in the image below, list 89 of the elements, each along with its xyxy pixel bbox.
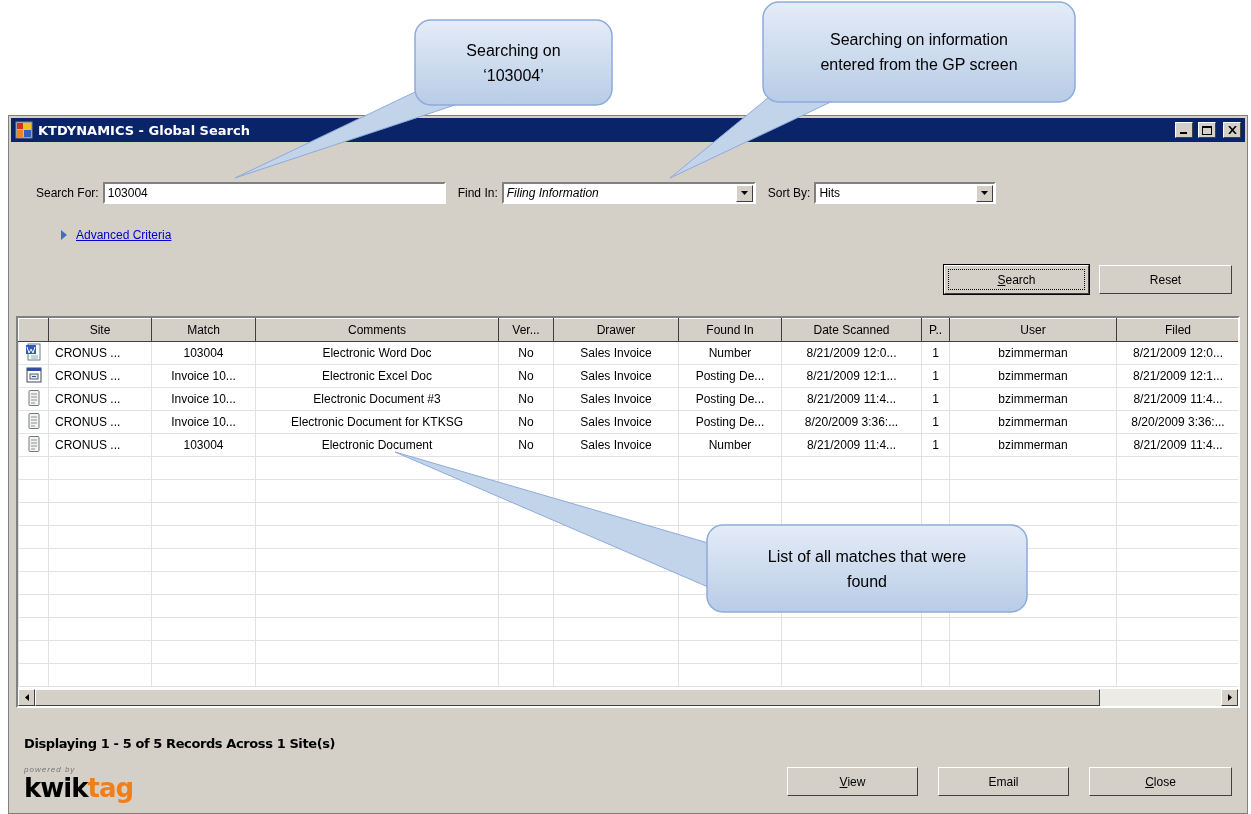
column-header[interactable]: Ver... [498,318,554,342]
callout-text: List of all matches that were found [767,546,967,592]
column-header[interactable]: User [949,318,1117,342]
search-field[interactable]: 103004 [102,182,446,204]
scroll-left-button[interactable] [18,689,35,706]
table-cell: 1 [921,364,950,388]
expand-arrow-icon[interactable] [60,230,68,240]
reset-button[interactable]: Reset [1099,265,1232,294]
table-cell: Number [678,433,782,457]
table-cell: Posting De... [678,364,782,388]
table-cell: CRONUS ... [48,387,152,411]
scroll-right-button[interactable] [1221,689,1238,706]
caret-icon [981,191,989,195]
column-header[interactable]: Match [151,318,256,342]
table-cell: 8/21/2009 12:0... [781,341,922,365]
close-button[interactable]: Close [1089,767,1232,796]
table-cell: No [498,433,554,457]
table-cell: Sales Invoice [553,433,679,457]
table-cell: bzimmerman [949,433,1117,457]
callout-text: Searching on information entered from the GP screen [819,30,1019,75]
callout-text: Searching on ‘103004’ [465,40,562,86]
table-cell: CRONUS ... [48,341,152,365]
column-header[interactable]: Site [48,318,152,342]
search-label: Search For: [36,186,99,200]
status-text: Displaying 1 - 5 of 5 Records Across 1 Site(s) [23,736,337,751]
dropdown-button[interactable] [735,184,753,202]
table-cell: bzimmerman [949,341,1117,365]
window-title: KTDYNAMICS - Global Search [38,122,251,138]
table-cell: Sales Invoice [553,410,679,434]
left-arrow-icon [24,694,29,701]
maximize-button[interactable] [1198,122,1216,138]
minimize-button[interactable] [1175,122,1193,138]
table-cell: 1 [921,410,950,434]
logo-tagline: powered by [24,765,77,774]
table-cell: 1 [921,341,950,365]
close-icon [1227,126,1237,134]
column-header[interactable]: Date Scanned [781,318,922,342]
table-cell: Sales Invoice [553,341,679,365]
advanced-criteria-link[interactable]: Advanced Criteria [76,228,172,242]
table-cell: Invoice 10... [151,387,256,411]
table-cell: CRONUS ... [48,433,152,457]
table-cell: 8/21/2009 11:4... [781,387,922,411]
caret-icon [740,191,748,195]
table-cell: CRONUS ... [48,364,152,388]
column-header[interactable]: Found In [678,318,782,342]
spreadsheet-icon [24,365,43,384]
sort-by-label: Sort By: [767,186,811,200]
table-cell: Sales Invoice [553,364,679,388]
email-button[interactable]: Email [938,767,1069,796]
table-cell: No [498,364,554,388]
table-cell: Sales Invoice [553,387,679,411]
view-button[interactable]: View [787,767,918,796]
table-cell: Electronic Word Doc [255,341,499,365]
find-in-dropdown[interactable]: Filing Information [501,182,756,204]
logo-wordmark: kwiktag [24,774,134,802]
column-header[interactable]: P.. [921,318,950,342]
maximize-icon [1202,125,1212,135]
table-cell: No [498,387,554,411]
table-cell: bzimmerman [949,364,1117,388]
table-cell: Electronic Excel Doc [255,364,499,388]
table-cell: 8/21/2009 12:1... [781,364,922,388]
table-cell: 8/20/2009 3:36:... [781,410,922,434]
table-cell: Invoice 10... [151,364,256,388]
column-header[interactable]: Comments [255,318,499,342]
right-arrow-icon [1227,694,1232,701]
table-cell: Posting De... [678,410,782,434]
table-cell: Electronic Document for KTKSG [255,410,499,434]
find-in-label: Find In: [457,186,498,200]
sort-by-dropdown[interactable]: Hits [814,182,997,204]
table-cell: Posting De... [678,387,782,411]
column-header[interactable]: Filed [1116,318,1238,342]
table-cell: CRONUS ... [48,410,152,434]
table-cell: bzimmerman [949,410,1117,434]
table-cell: 1 [921,387,950,411]
column-header[interactable]: Drawer [553,318,679,342]
table-cell: 103004 [151,341,256,365]
close-button[interactable] [1223,122,1241,138]
table-cell: 8/21/2009 11:4... [781,433,922,457]
table-cell: 1 [921,433,950,457]
dropdown-button[interactable] [976,184,994,202]
table-cell: bzimmerman [949,387,1117,411]
table-cell: Number [678,341,782,365]
table-cell: No [498,410,554,434]
app-icon [15,121,33,139]
table-cell: Invoice 10... [151,410,256,434]
table-cell: Electronic Document #3 [255,387,499,411]
table-cell: 103004 [151,433,256,457]
table-cell: No [498,341,554,365]
search-button[interactable]: Search [944,265,1089,294]
